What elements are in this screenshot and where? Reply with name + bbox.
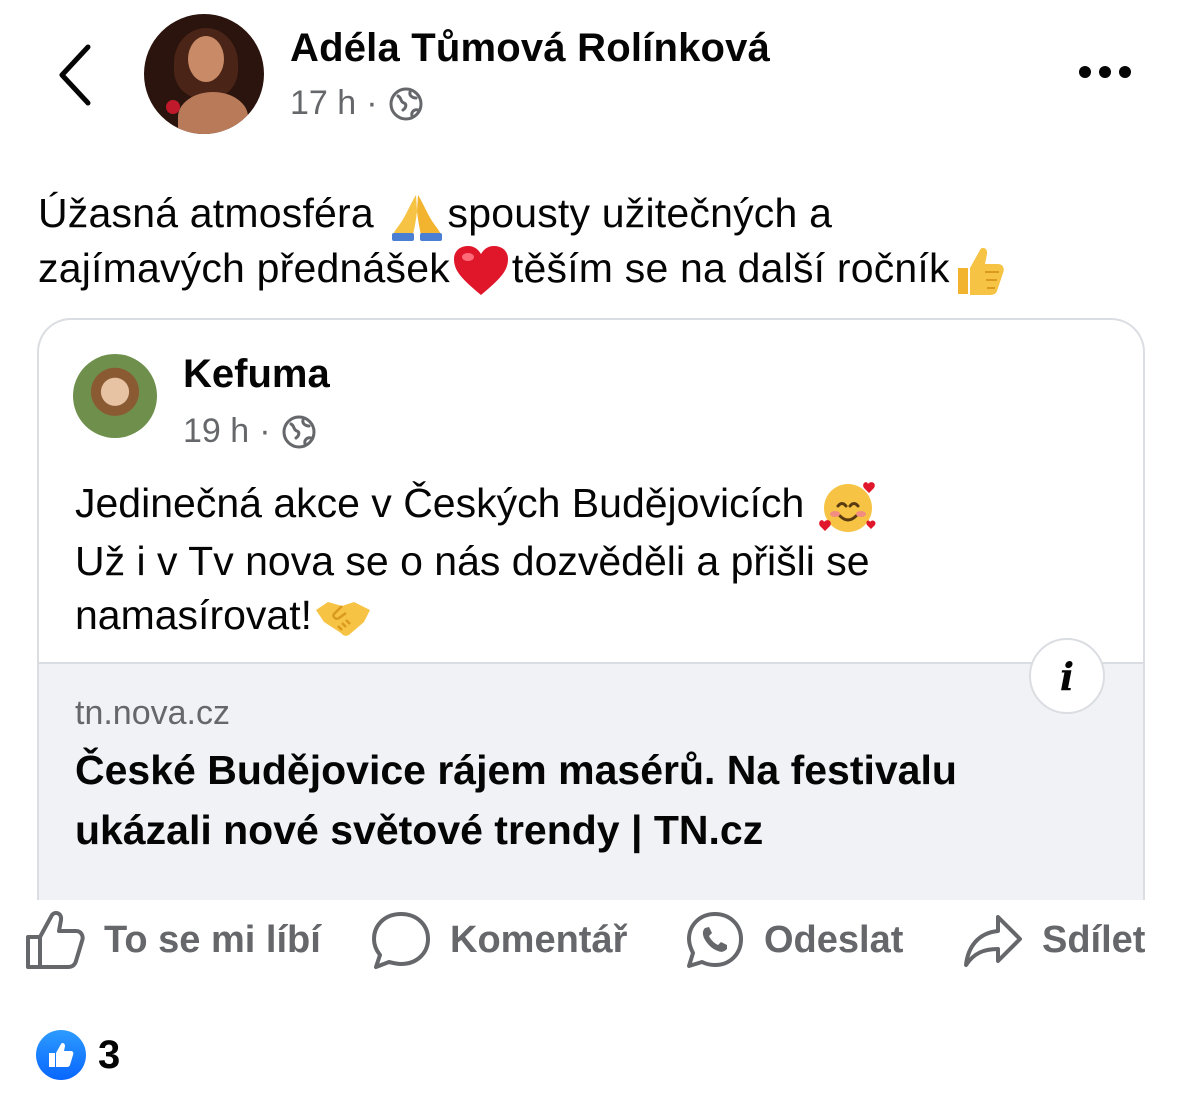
author-avatar[interactable] [144,14,264,134]
send-label: Odeslat [764,918,904,961]
comment-label: Komentář [450,918,628,961]
author-name[interactable]: Adéla Tůmová Rolínková [290,26,770,71]
meta-separator: · [366,84,378,122]
thumbs-up-icon [957,248,1004,296]
shared-post-text: Jedinečná akce v Českých Budějovicích Už… [75,476,1115,642]
comment-button[interactable]: Komentář [370,900,627,980]
post-time[interactable]: 17 h [290,84,356,123]
shared-post-time[interactable]: 19 h [183,412,249,451]
comment-icon [372,912,430,969]
share-arrow-icon [964,915,1022,967]
send-button[interactable]: Odeslat [684,900,903,980]
whatsapp-icon [687,912,743,968]
globe-icon [282,415,316,448]
shared-author-avatar[interactable] [73,354,157,438]
post-text-segment: spousty užitečných a [447,190,833,236]
shared-text-line: Už i v Tv nova se o nás dozvěděli a přiš… [75,538,870,585]
reactions-summary[interactable]: 3 [36,1030,120,1080]
shared-author-name[interactable]: Kefuma [183,352,330,397]
shared-text-line: Jedinečná akce v Českých Budějovicích [75,480,816,526]
post-meta: 17 h · [290,84,424,123]
folded-hands-icon [391,195,442,242]
shared-post-header: Kefuma 19 h · [39,320,1143,450]
link-domain: tn.nova.cz [75,694,230,732]
share-label: Sdílet [1042,918,1146,961]
post-text-segment: těším se na další ročník [511,245,950,292]
like-button[interactable]: To se mi líbí [24,900,321,980]
thumbs-up-outline-icon [26,910,85,969]
more-options-button[interactable] [1070,50,1140,94]
handshake-icon [316,602,370,637]
more-dot-icon [1099,66,1111,78]
chevron-left-icon [59,44,91,106]
shared-post-card[interactable]: Kefuma 19 h · Jedinečná akce v Českých B… [37,318,1145,900]
like-label: To se mi líbí [104,918,321,961]
like-reaction-icon [36,1030,86,1080]
share-button[interactable]: Sdílet [962,900,1145,980]
shared-post-meta: 19 h · [183,412,317,451]
post-text: Úžasná atmosféra spousty užitečných a za… [38,186,1148,298]
more-dot-icon [1119,66,1131,78]
more-dot-icon [1079,66,1091,78]
link-preview[interactable]: tn.nova.cz České Budějovice rájem masérů… [39,662,1143,900]
reaction-count: 3 [98,1032,121,1077]
action-bar: To se mi líbí Komentář Odeslat Sdílet [0,900,1179,980]
smiling-face-with-hearts-icon [818,482,876,533]
post-header: Adéla Tůmová Rolínková 17 h · [0,0,1179,160]
link-title[interactable]: České Budějovice rájem masérů. Na festiv… [75,740,1105,860]
globe-icon [389,87,423,120]
post-text-segment: Úžasná atmosféra [38,190,386,236]
back-button[interactable] [44,40,104,110]
shared-text-line: namasírovat! [75,592,312,639]
info-button[interactable]: i [1029,638,1105,714]
red-heart-icon [453,246,508,296]
post-text-segment: zajímavých přednášek [38,245,450,292]
meta-separator: · [259,412,271,450]
